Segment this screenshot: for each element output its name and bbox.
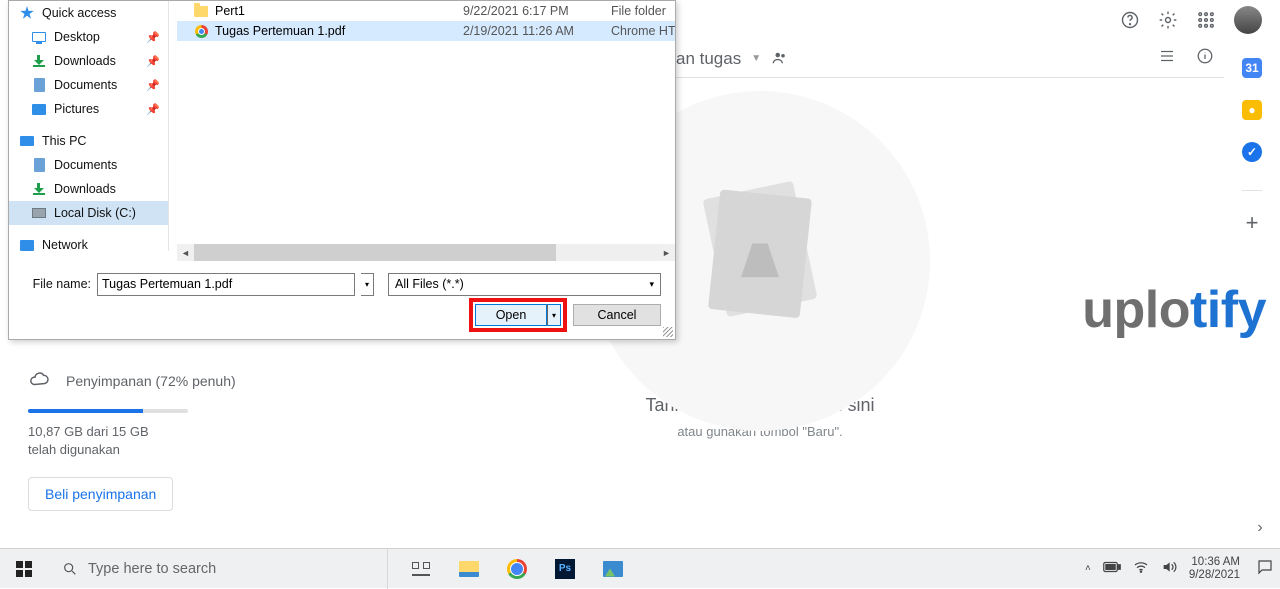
file-explorer-button[interactable]	[446, 549, 492, 589]
filename-row: File name: ▾ All Files (*.*) ▾	[9, 271, 675, 297]
file-list-hscroll[interactable]: ◄ ►	[177, 244, 675, 261]
filename-history-dropdown[interactable]: ▾	[361, 273, 374, 296]
disk-icon	[32, 208, 46, 218]
nav-local-disk[interactable]: Local Disk (C:)	[9, 201, 168, 225]
photoshop-icon: Ps	[555, 559, 575, 579]
windows-taskbar: Type here to search Ps ˄ 10:36 AM 9/28/2…	[0, 548, 1280, 588]
file-row[interactable]: Tugas Pertemuan 1.pdf 2/19/2021 11:26 AM…	[177, 21, 675, 41]
file-row[interactable]: Pert1 9/22/2021 6:17 PM File folder	[177, 1, 675, 21]
folder-name-fragment[interactable]: an tugas	[676, 49, 741, 69]
calendar-icon[interactable]: 31	[1242, 58, 1262, 78]
sidepanel-divider	[1242, 190, 1262, 191]
filename-input[interactable]	[97, 273, 355, 296]
download-icon	[33, 183, 45, 195]
watermark: uplotify	[1082, 280, 1266, 340]
keep-icon[interactable]: ●	[1242, 100, 1262, 120]
pictures-icon	[32, 104, 46, 115]
tasks-icon[interactable]: ✓	[1242, 142, 1262, 162]
battery-icon[interactable]	[1103, 561, 1121, 576]
task-view-button[interactable]	[398, 549, 444, 589]
nav-documents[interactable]: Documents📌	[9, 73, 168, 97]
chrome-button[interactable]	[494, 549, 540, 589]
file-list: Pert1 9/22/2021 6:17 PM File folder Tuga…	[177, 1, 675, 251]
sidepanel-collapse-icon[interactable]: ›	[1248, 516, 1272, 540]
search-icon	[62, 561, 78, 577]
open-button[interactable]: Open	[475, 304, 547, 326]
file-explorer-icon	[459, 561, 479, 577]
nav-quick-access[interactable]: Quick access	[9, 1, 168, 25]
share-people-icon[interactable]	[771, 49, 791, 69]
start-button[interactable]	[0, 549, 48, 589]
pc-icon	[20, 136, 34, 146]
scroll-thumb[interactable]	[194, 244, 556, 261]
cloud-icon	[28, 368, 50, 393]
apps-grid-icon[interactable]	[1196, 10, 1216, 30]
chrome-icon	[507, 559, 527, 579]
download-icon	[33, 55, 45, 67]
account-avatar[interactable]	[1234, 6, 1262, 34]
resize-grip-icon[interactable]	[663, 327, 673, 337]
taskbar-apps: Ps	[388, 549, 1075, 589]
scroll-left-icon[interactable]: ◄	[177, 244, 194, 261]
open-button-dropdown[interactable]: ▾	[547, 304, 561, 326]
storage-title[interactable]: Penyimpanan (72% penuh)	[66, 373, 236, 389]
buy-storage-button[interactable]: Beli penyimpanan	[28, 477, 173, 511]
folder-dropdown-caret[interactable]: ▼	[751, 53, 761, 64]
chrome-icon	[195, 25, 208, 38]
photos-button[interactable]	[590, 549, 636, 589]
nav-desktop[interactable]: Desktop📌	[9, 25, 168, 49]
star-icon	[20, 6, 34, 20]
cancel-button[interactable]: Cancel	[573, 304, 661, 326]
windows-logo-icon	[16, 561, 32, 577]
list-view-icon[interactable]	[1158, 47, 1176, 70]
nav-downloads-2[interactable]: Downloads	[9, 177, 168, 201]
nav-documents-2[interactable]: Documents	[9, 153, 168, 177]
taskbar-search[interactable]: Type here to search	[48, 549, 388, 589]
photoshop-button[interactable]: Ps	[542, 549, 588, 589]
filetype-select[interactable]: All Files (*.*) ▾	[388, 273, 661, 296]
storage-bar	[28, 409, 188, 413]
app-header	[676, 0, 1280, 40]
add-addon-icon[interactable]: +	[1242, 213, 1262, 233]
pin-icon: 📌	[146, 55, 160, 68]
task-view-icon	[412, 562, 430, 576]
dialog-buttons: Open ▾ Cancel	[469, 301, 661, 329]
chevron-down-icon: ▾	[649, 279, 654, 290]
pin-icon: 📌	[146, 79, 160, 92]
desktop-icon	[32, 32, 46, 42]
document-icon	[34, 78, 45, 92]
nav-downloads[interactable]: Downloads📌	[9, 49, 168, 73]
nav-pictures[interactable]: Pictures📌	[9, 97, 168, 121]
volume-icon[interactable]	[1161, 559, 1177, 578]
folder-icon	[194, 6, 208, 17]
photos-icon	[603, 561, 623, 577]
open-button-highlight: Open ▾	[469, 298, 567, 332]
pin-icon: 📌	[146, 31, 160, 44]
settings-gear-icon[interactable]	[1158, 10, 1178, 30]
tray-overflow-icon[interactable]: ˄	[1085, 563, 1091, 574]
file-open-dialog: Quick access Desktop📌 Downloads📌 Documen…	[8, 0, 676, 340]
help-icon[interactable]	[1120, 10, 1140, 30]
filename-label: File name:	[23, 277, 91, 291]
details-info-icon[interactable]	[1196, 47, 1214, 70]
dialog-nav-tree: Quick access Desktop📌 Downloads📌 Documen…	[9, 1, 169, 251]
notifications-icon[interactable]	[1256, 558, 1274, 579]
document-icon	[34, 158, 45, 172]
storage-detail: 10,87 GB dari 15 GB telah digunakan	[28, 423, 178, 459]
system-tray: ˄ 10:36 AM 9/28/2021	[1075, 549, 1280, 589]
scroll-right-icon[interactable]: ►	[658, 244, 675, 261]
storage-widget: Penyimpanan (72% penuh) 10,87 GB dari 15…	[28, 368, 248, 511]
search-placeholder: Type here to search	[88, 561, 216, 577]
nav-network[interactable]: Network	[9, 233, 168, 257]
wifi-icon[interactable]	[1133, 559, 1149, 578]
network-icon	[20, 240, 34, 251]
pin-icon: 📌	[146, 103, 160, 116]
nav-this-pc[interactable]: This PC	[9, 129, 168, 153]
scroll-track[interactable]	[194, 244, 658, 261]
drive-toolbar: an tugas ▼	[676, 40, 1224, 78]
taskbar-clock[interactable]: 10:36 AM 9/28/2021	[1189, 556, 1244, 581]
